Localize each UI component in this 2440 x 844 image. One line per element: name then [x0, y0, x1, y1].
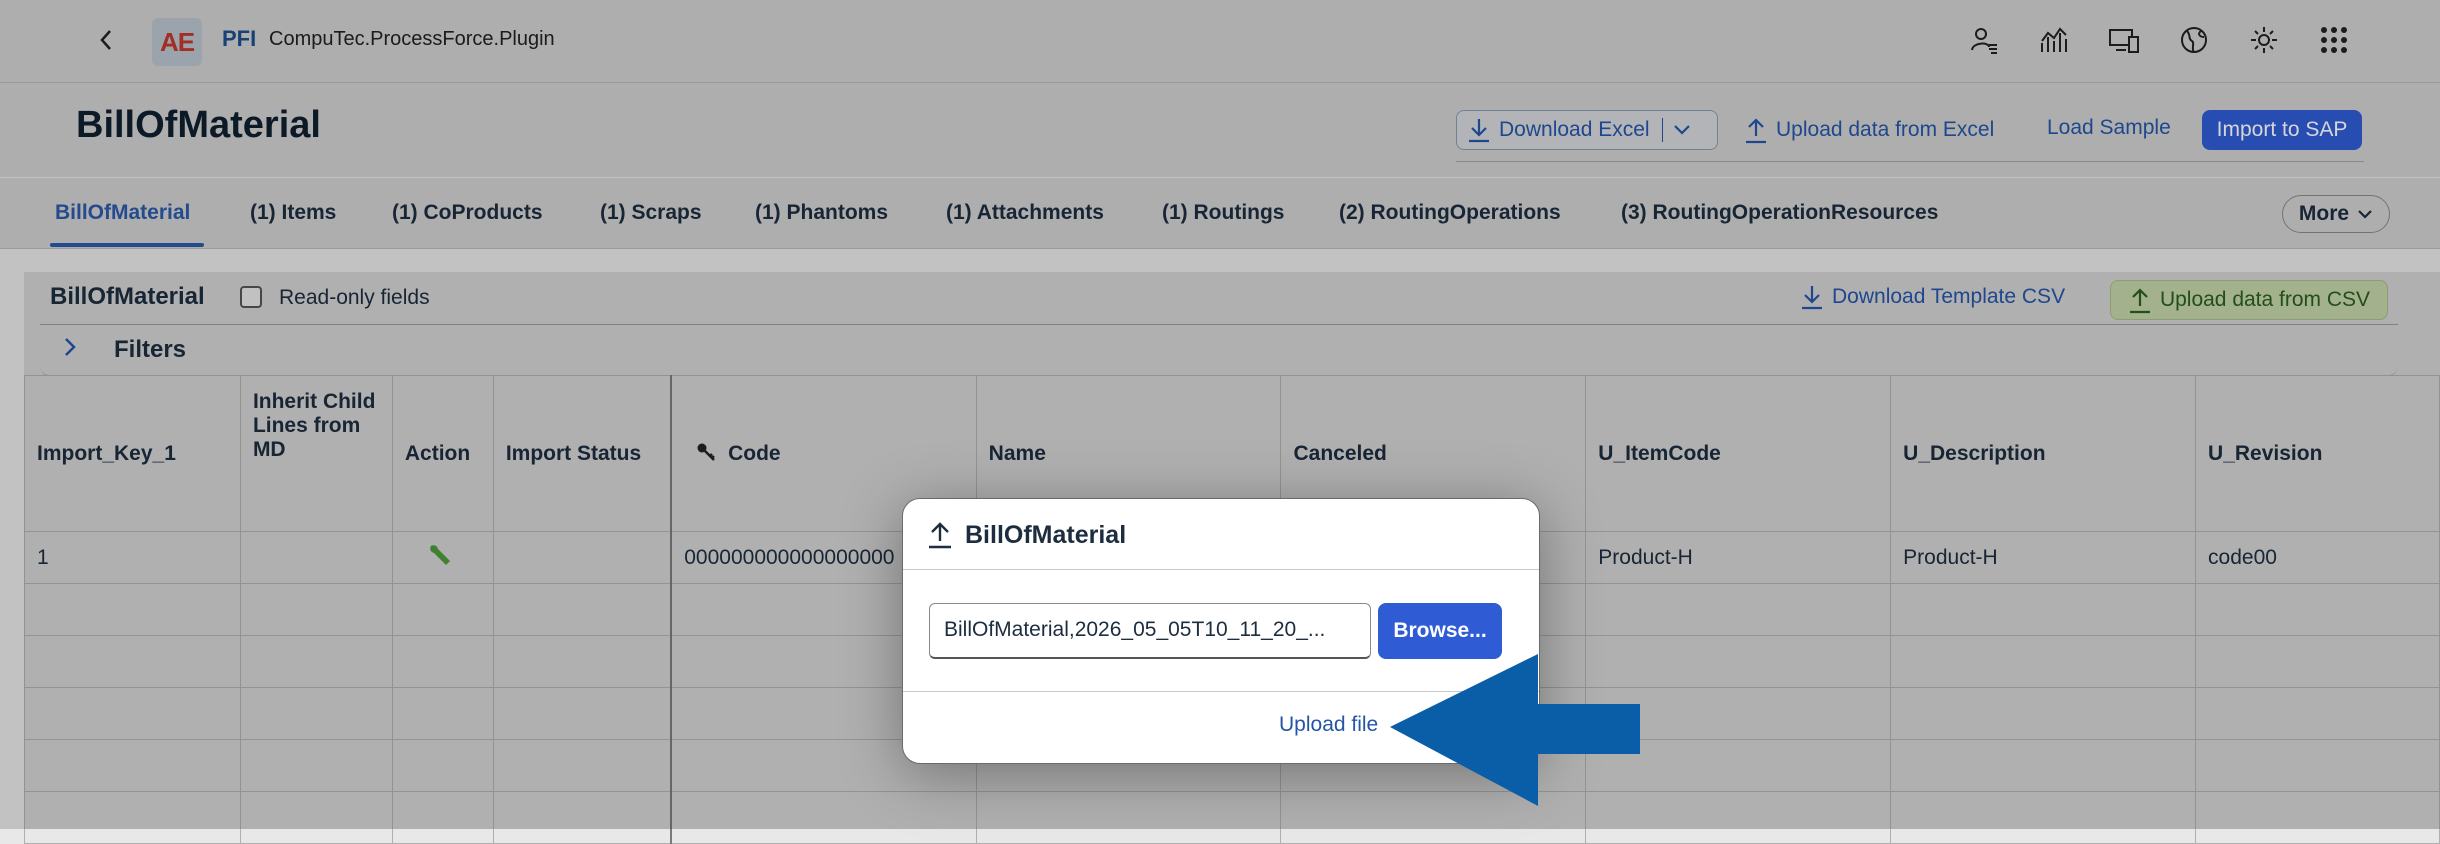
- import-to-sap-button[interactable]: Import to SAP: [2202, 110, 2362, 150]
- tab-routingoperationresources[interactable]: (3) RoutingOperationResources: [1621, 201, 1938, 225]
- column-header[interactable]: U_Revision: [2195, 375, 2440, 532]
- column-header[interactable]: U_Description: [1890, 375, 2197, 532]
- tab-attachments[interactable]: (1) Attachments: [946, 201, 1104, 225]
- upload-csv-label: Upload data from CSV: [2159, 288, 2371, 311]
- logo-text: AE: [159, 26, 195, 57]
- upload-csv-button[interactable]: Upload data from CSV: [2110, 280, 2388, 320]
- table-cell[interactable]: [391, 531, 494, 584]
- filters-bar[interactable]: [40, 325, 2398, 376]
- browse-button[interactable]: Browse...: [1378, 603, 1502, 659]
- filters-label: Filters: [114, 336, 187, 363]
- download-icon: [1802, 286, 1822, 310]
- chevron-down-icon[interactable]: [1673, 124, 1691, 136]
- tab-items[interactable]: (1) Items: [250, 201, 336, 225]
- upload-icon: [2129, 288, 2150, 314]
- table-cell[interactable]: Product-H: [1890, 531, 2197, 584]
- brand-name: PFI: [222, 26, 257, 51]
- chevron-right-icon[interactable]: [62, 336, 84, 362]
- plugin-name: CompuTec.ProcessForce.Plugin: [269, 28, 555, 50]
- chevron-left-icon: [100, 30, 111, 50]
- split-divider: [1661, 118, 1663, 142]
- active-tab-indicator: [50, 243, 204, 247]
- table-cell[interactable]: [239, 531, 393, 584]
- tab-routings[interactable]: (1) Routings: [1162, 201, 1284, 225]
- file-path-input[interactable]: BillOfMaterial,2026_05_05T10_11_20_...: [929, 603, 1371, 659]
- back-button[interactable]: [88, 22, 124, 58]
- more-label: More: [2298, 202, 2350, 225]
- download-template-label: Download Template CSV: [1832, 285, 2066, 308]
- table-cell[interactable]: [492, 531, 673, 584]
- chevron-down-icon: [2358, 210, 2372, 219]
- column-header[interactable]: Import Status: [492, 375, 673, 532]
- column-header[interactable]: Action: [391, 375, 494, 532]
- devices-icon[interactable]: [2104, 20, 2144, 60]
- analytics-icon[interactable]: [2034, 20, 2074, 60]
- column-header[interactable]: Import_Key_1: [24, 375, 241, 532]
- readonly-checkbox[interactable]: [240, 286, 262, 308]
- more-tabs-button[interactable]: More: [2282, 195, 2390, 233]
- key-icon: [697, 443, 716, 461]
- table-cell[interactable]: Product-H: [1585, 531, 1892, 584]
- upload-icon: [1746, 118, 1766, 144]
- column-header-label: Code: [728, 441, 781, 465]
- column-header[interactable]: U_ItemCode: [1585, 375, 1892, 532]
- wrench-icon[interactable]: [427, 542, 453, 568]
- tab-routingoperations[interactable]: (2) RoutingOperations: [1339, 201, 1561, 225]
- tab-scraps[interactable]: (1) Scraps: [600, 201, 702, 225]
- download-excel-button[interactable]: Download Excel: [1456, 110, 1718, 150]
- tab-billofmaterial[interactable]: BillOfMaterial: [55, 201, 190, 225]
- download-template-button[interactable]: Download Template CSV: [1800, 284, 2065, 310]
- tab-coproducts[interactable]: (1) CoProducts: [392, 201, 543, 225]
- upload-icon: [929, 522, 951, 549]
- tab-phantoms[interactable]: (1) Phantoms: [755, 201, 888, 225]
- header-divider: [1456, 161, 2364, 162]
- table-row-empty: [24, 791, 2440, 844]
- dialog-header: BillOfMaterial: [903, 499, 1539, 570]
- readonly-label: Read-only fields: [279, 286, 430, 309]
- download-icon: [1469, 119, 1489, 143]
- pointer-arrow-icon: [1390, 654, 1640, 806]
- table-title: BillOfMaterial: [50, 283, 205, 310]
- upload-file-button[interactable]: Upload file: [1279, 713, 1378, 737]
- download-excel-label: Download Excel: [1499, 118, 1650, 141]
- table-cell[interactable]: 1: [24, 531, 241, 584]
- globe-icon[interactable]: [2174, 20, 2214, 60]
- table-cell[interactable]: code00: [2195, 531, 2440, 584]
- upload-excel-button[interactable]: Upload data from Excel: [1744, 116, 1994, 144]
- company-logo: AE: [152, 18, 202, 66]
- column-header[interactable]: Inherit Child Lines from MD: [239, 375, 393, 532]
- upload-excel-label: Upload data from Excel: [1776, 118, 1995, 141]
- apps-grid-icon[interactable]: [2314, 20, 2354, 60]
- page-title: BillOfMaterial: [76, 104, 321, 146]
- dialog-title: BillOfMaterial: [965, 521, 1127, 549]
- load-sample-button[interactable]: Load Sample: [2047, 116, 2171, 140]
- brightness-icon[interactable]: [2244, 20, 2284, 60]
- user-settings-icon[interactable]: [1964, 20, 2004, 60]
